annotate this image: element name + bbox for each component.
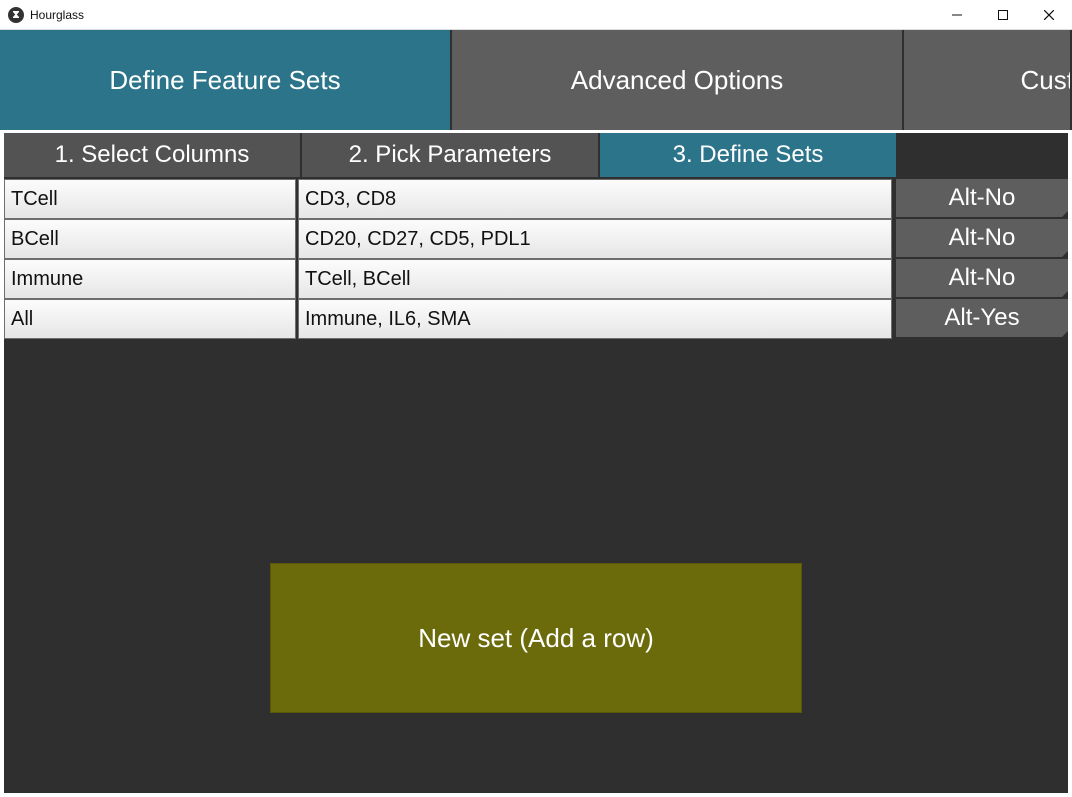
titlebar-left: Hourglass <box>0 7 934 23</box>
sub-tab-define-sets[interactable]: 3. Define Sets <box>600 133 898 177</box>
maximize-button[interactable] <box>980 0 1026 29</box>
close-button[interactable] <box>1026 0 1072 29</box>
alt-toggle-button[interactable]: Alt-No <box>896 219 1068 259</box>
new-set-area: New set (Add a row) <box>4 339 1068 793</box>
sub-tab-label: 2. Pick Parameters <box>349 141 552 169</box>
alt-toggle-button[interactable]: Alt-Yes <box>896 299 1068 339</box>
tab-advanced-options[interactable]: Advanced Options <box>452 30 904 130</box>
table-row: TCell CD3, CD8 Alt-No <box>4 179 1068 219</box>
sub-tab-label: 1. Select Columns <box>55 141 250 169</box>
main-tab-bar: Define Feature Sets Advanced Options Cus… <box>0 30 1072 130</box>
set-name-input[interactable]: TCell <box>4 179 296 219</box>
window-titlebar: Hourglass <box>0 0 1072 30</box>
table-row: Immune TCell, BCell Alt-No <box>4 259 1068 299</box>
set-members-input[interactable]: TCell, BCell <box>298 259 892 299</box>
set-members-input[interactable]: CD20, CD27, CD5, PDL1 <box>298 219 892 259</box>
alt-toggle-button[interactable]: Alt-No <box>896 179 1068 219</box>
new-set-button[interactable]: New set (Add a row) <box>270 563 802 713</box>
sub-tab-bar: 1. Select Columns 2. Pick Parameters 3. … <box>4 133 1068 177</box>
tab-label: Cust <box>1021 65 1072 96</box>
set-members-input[interactable]: CD3, CD8 <box>298 179 892 219</box>
tab-label: Advanced Options <box>571 65 783 96</box>
alt-toggle-button[interactable]: Alt-No <box>896 259 1068 299</box>
minimize-button[interactable] <box>934 0 980 29</box>
tab-label: Define Feature Sets <box>109 65 340 96</box>
sub-tab-label: 3. Define Sets <box>673 141 824 169</box>
app-icon <box>8 7 24 23</box>
window-controls <box>934 0 1072 29</box>
tab-custom[interactable]: Cust <box>904 30 1072 130</box>
table-row: All Immune, IL6, SMA Alt-Yes <box>4 299 1068 339</box>
sub-tab-select-columns[interactable]: 1. Select Columns <box>4 133 302 177</box>
table-row: BCell CD20, CD27, CD5, PDL1 Alt-No <box>4 219 1068 259</box>
feature-set-rows: TCell CD3, CD8 Alt-No BCell CD20, CD27, … <box>4 177 1068 339</box>
set-name-input[interactable]: All <box>4 299 296 339</box>
set-name-input[interactable]: BCell <box>4 219 296 259</box>
content-panel: 1. Select Columns 2. Pick Parameters 3. … <box>0 130 1072 797</box>
set-name-input[interactable]: Immune <box>4 259 296 299</box>
set-members-input[interactable]: Immune, IL6, SMA <box>298 299 892 339</box>
window-title: Hourglass <box>30 8 84 22</box>
tab-define-feature-sets[interactable]: Define Feature Sets <box>0 30 452 130</box>
sub-tab-pick-parameters[interactable]: 2. Pick Parameters <box>302 133 600 177</box>
